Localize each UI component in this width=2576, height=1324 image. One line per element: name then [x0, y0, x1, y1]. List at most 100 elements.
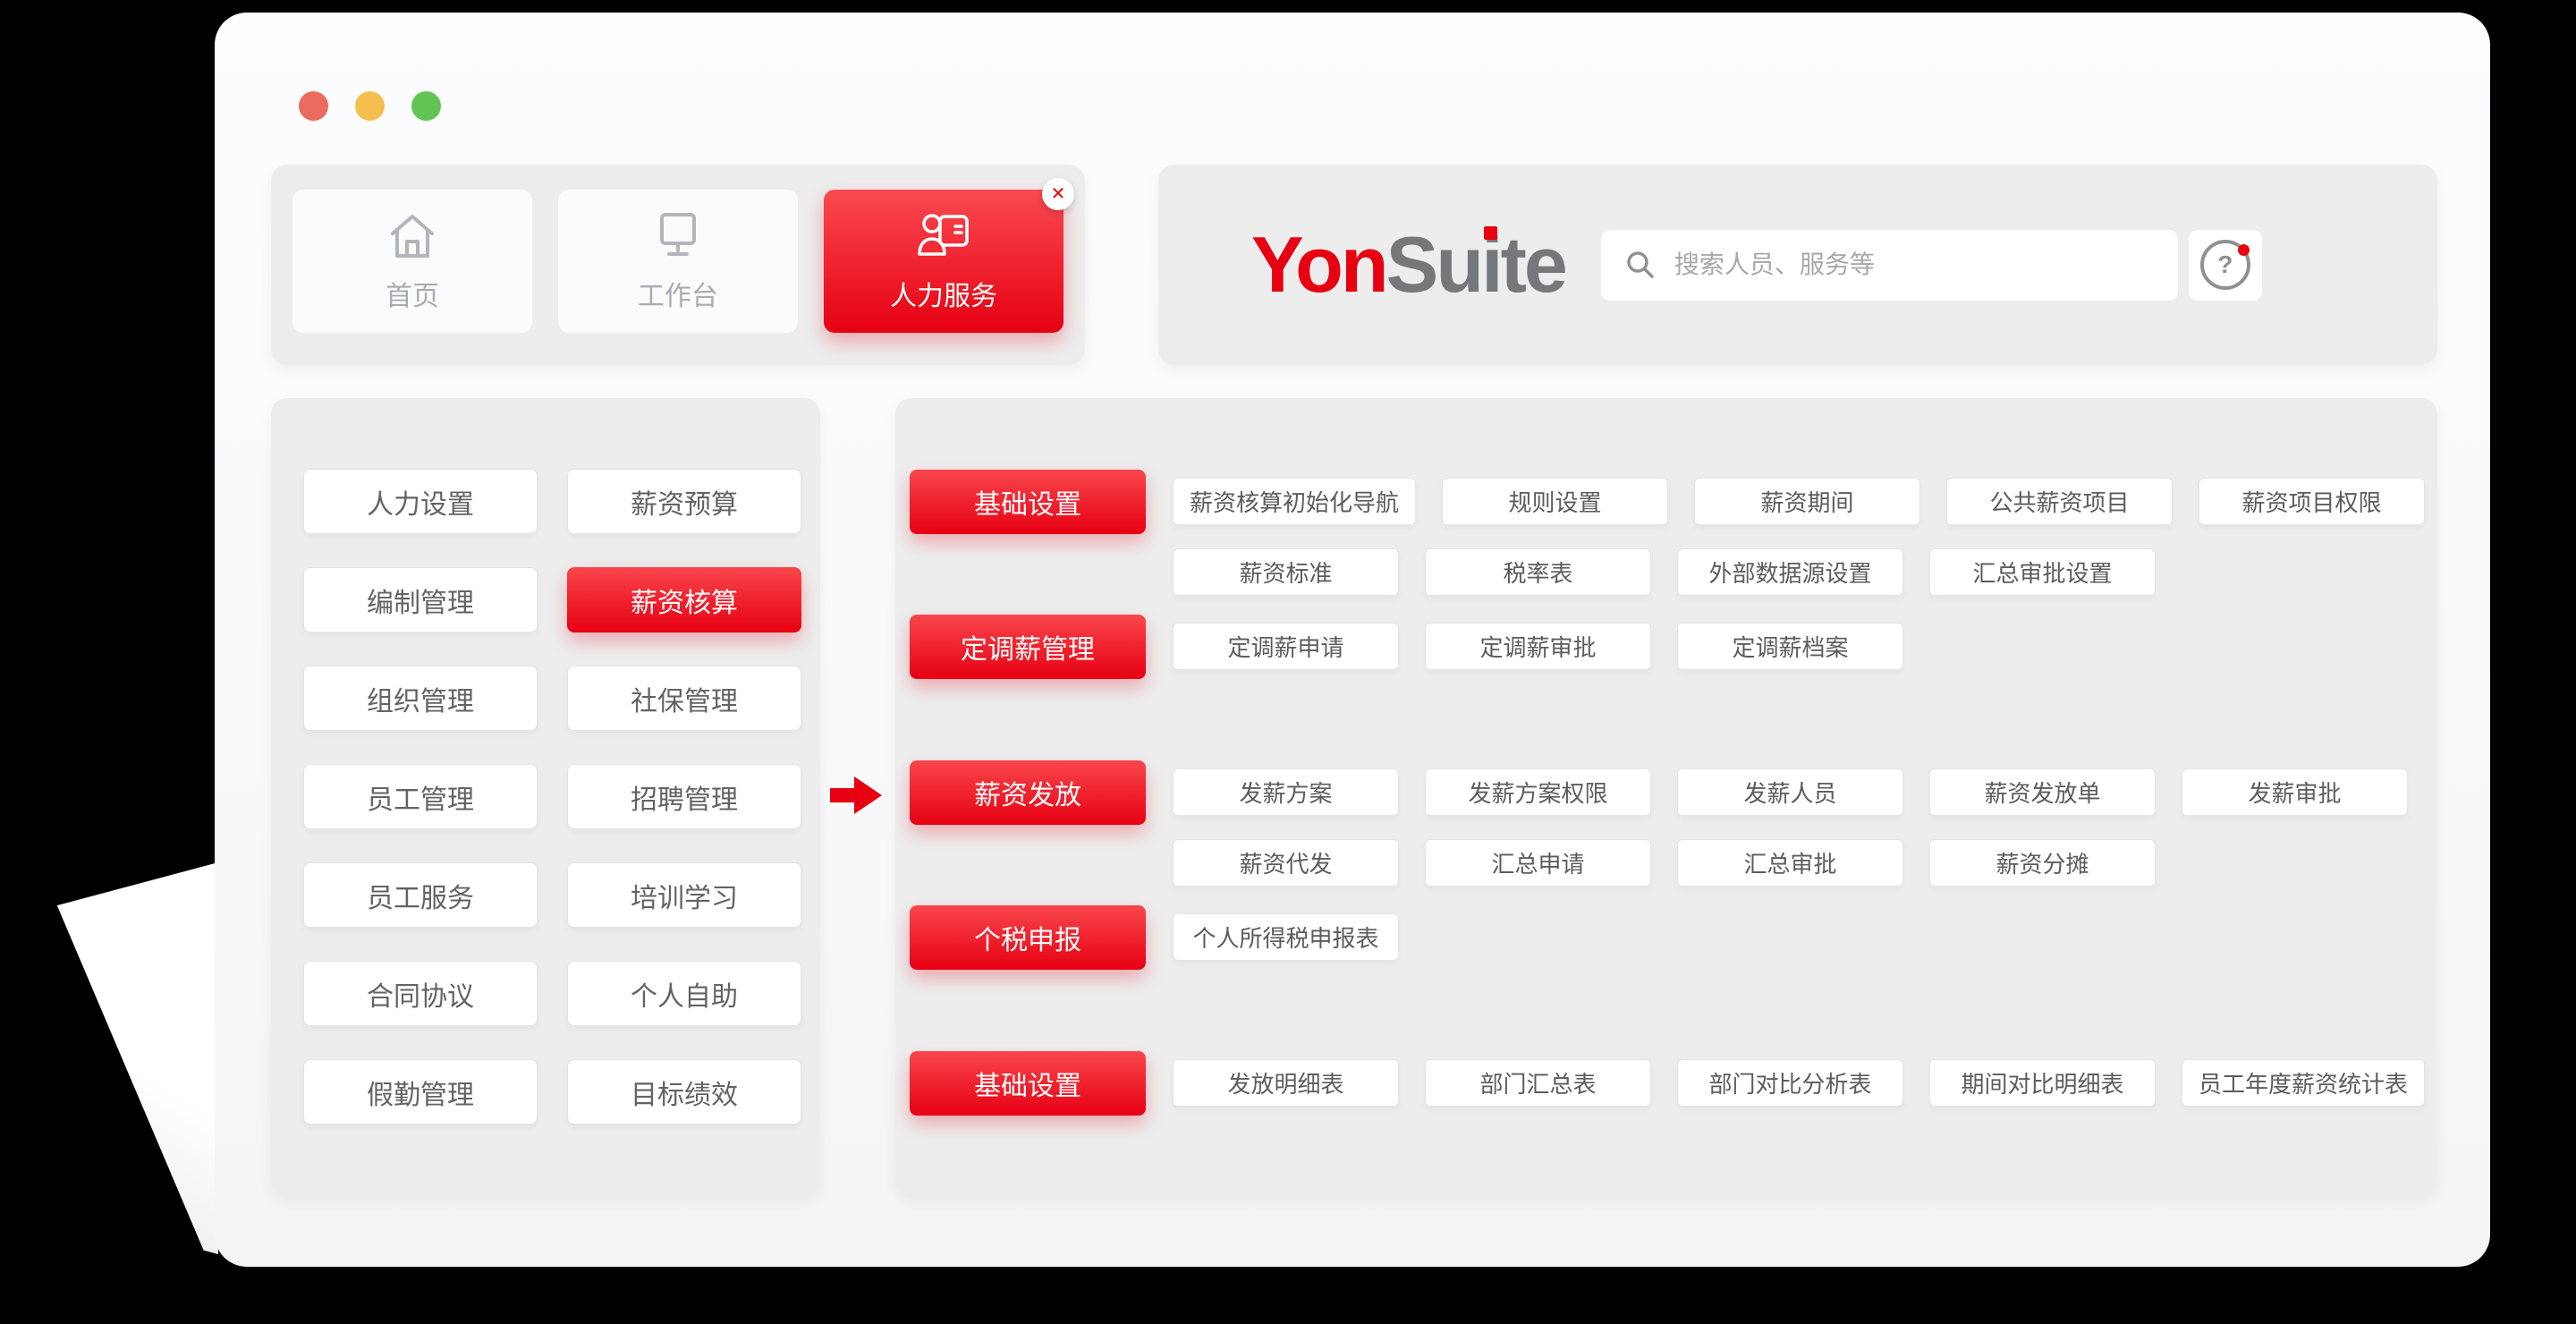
menu-item-label: 定调薪审批 [1479, 630, 1596, 663]
menu-item-button[interactable]: 薪资核算初始化导航 [1173, 478, 1416, 525]
menu-item-rows: 薪资核算初始化导航规则设置 薪资期间 公共薪资项目 薪资项目权限薪资标准 税率表 外部数据… [1173, 470, 2425, 596]
menu-item-button[interactable]: 定调薪审批 [1425, 623, 1651, 670]
menu-section: 基础设置 发放明细表 部门汇总表 部门对比分析表 期间对比明细表 员工年度薪资统计表 [910, 1051, 2437, 1116]
tab-label: 人力服务 [890, 274, 997, 313]
sidebar-module-button[interactable]: 薪资预算 [567, 469, 801, 534]
menu-item-rows: 发薪方案 发薪方案权限 发薪人员薪资发放单发薪审批薪资代发 汇总申请 汇总审批 薪资分摊 [1173, 760, 2408, 887]
menu-content: 基础设置 薪资核算初始化导航规则设置 薪资期间 公共薪资项目 薪资项目权限薪资标准 税率表… [895, 398, 2437, 1196]
menu-item-button[interactable]: 汇总申请 [1425, 839, 1651, 887]
menu-item-button[interactable]: 员工年度薪资统计表 [2182, 1059, 2425, 1107]
menu-item-button[interactable]: 外部数据源设置 [1677, 548, 1903, 596]
menu-section: 个税申报 个人所得税申报表 [910, 905, 2437, 970]
tab-hr-service[interactable]: 人力服务✕ [824, 190, 1063, 333]
sidebar-module-label: 人力设置 [367, 482, 474, 522]
menu-item-button[interactable]: 薪资期间 [1694, 478, 1920, 525]
menu-item-button[interactable]: 规则设置 [1442, 478, 1668, 525]
menu-item-button[interactable]: 定调薪申请 [1173, 623, 1399, 670]
category-button[interactable]: 定调薪管理 [910, 615, 1146, 679]
menu-item-button[interactable]: 薪资分摊 [1929, 839, 2156, 887]
sidebar-module-button[interactable]: 员工服务 [303, 862, 538, 928]
sidebar-module-button[interactable]: 员工管理 [303, 764, 538, 829]
search-input[interactable] [1673, 250, 2169, 280]
menu-item-row: 薪资标准 税率表 外部数据源设置 汇总审批设置 [1173, 548, 2425, 596]
menu-item-button[interactable]: 汇总审批设置 [1929, 548, 2156, 596]
menu-item-button[interactable]: 税率表 [1425, 548, 1651, 596]
sidebar-module-label: 组织管理 [367, 679, 474, 718]
menu-item-button[interactable]: 发薪方案权限 [1425, 768, 1651, 816]
menu-item-label: 个人所得税申报表 [1192, 921, 1378, 954]
flow-arrow-icon [830, 775, 882, 816]
app-window: 首页工作台人力服务✕ YonSuite ? 人力设置薪资预算编制管理薪资核算组织… [215, 13, 2490, 1267]
sidebar-module-button[interactable]: 假勤管理 [303, 1059, 538, 1125]
menu-item-button[interactable]: 薪资项目权限 [2199, 478, 2425, 525]
menu-item-rows: 个人所得税申报表 [1173, 905, 1399, 961]
menu-section: 定调薪管理定调薪申请 定调薪审批 定调薪档案 [910, 615, 2437, 679]
menu-item-label: 汇总申请 [1491, 846, 1584, 879]
category-button[interactable]: 基础设置 [910, 470, 1146, 534]
menu-item-label: 薪资分摊 [1996, 846, 2089, 879]
sidebar-module-button[interactable]: 培训学习 [567, 862, 801, 928]
window-page-fold-shadow [55, 862, 218, 1254]
tab-workbench[interactable]: 工作台 [558, 190, 798, 333]
global-search[interactable] [1601, 230, 2178, 301]
menu-item-row: 发薪方案 发薪方案权限 发薪人员薪资发放单发薪审批 [1173, 768, 2408, 816]
sidebar-module-button[interactable]: 组织管理 [303, 666, 538, 731]
sidebar-module-button[interactable]: 目标绩效 [567, 1059, 801, 1125]
menu-section: 基础设置 薪资核算初始化导航规则设置 薪资期间 公共薪资项目 薪资项目权限薪资标准 税率表… [910, 470, 2437, 596]
category-button[interactable]: 个税申报 [910, 905, 1146, 970]
category-label: 基础设置 [974, 1064, 1081, 1103]
menu-item-button[interactable]: 部门对比分析表 [1677, 1059, 1903, 1107]
menu-item-label: 汇总审批设置 [1972, 556, 2112, 589]
sidebar-module-button[interactable]: 个人自助 [567, 961, 801, 1026]
menu-item-button[interactable]: 个人所得税申报表 [1173, 913, 1399, 961]
menu-item-label: 外部数据源设置 [1708, 556, 1871, 589]
sidebar-module-button[interactable]: 社保管理 [567, 666, 801, 731]
menu-item-label: 发薪方案权限 [1468, 776, 1607, 809]
menu-item-label: 部门对比分析表 [1708, 1066, 1871, 1099]
sidebar-module-label: 合同协议 [367, 974, 474, 1014]
sidebar-module-button[interactable]: 薪资核算 [567, 567, 801, 632]
menu-item-label: 薪资期间 [1761, 485, 1854, 518]
sidebar-module-label: 社保管理 [631, 679, 738, 718]
window-minimize-button[interactable] [355, 91, 385, 121]
window-traffic-lights [299, 91, 441, 121]
sidebar-module-button[interactable]: 招聘管理 [567, 764, 801, 829]
menu-item-button[interactable]: 薪资标准 [1173, 548, 1399, 596]
menu-item-button[interactable]: 发放明细表 [1173, 1059, 1399, 1107]
menu-item-button[interactable]: 薪资发放单 [1929, 768, 2156, 816]
menu-item-label: 部门汇总表 [1479, 1066, 1596, 1099]
menu-item-button[interactable]: 公共薪资项目 [1946, 478, 2173, 525]
sidebar-module-button[interactable]: 编制管理 [303, 567, 538, 632]
app-tab-bar: 首页工作台人力服务✕ [271, 165, 1085, 365]
category-button[interactable]: 基础设置 [910, 1051, 1146, 1116]
menu-item-label: 员工年度薪资统计表 [2199, 1066, 2408, 1099]
tab-label: 工作台 [638, 274, 718, 313]
top-header: YonSuite ? [1158, 165, 2437, 365]
sidebar-module-label: 薪资核算 [631, 581, 738, 620]
menu-item-button[interactable]: 汇总审批 [1677, 839, 1903, 887]
menu-item-button[interactable]: 部门汇总表 [1425, 1059, 1651, 1107]
menu-item-button[interactable]: 发薪方案 [1173, 768, 1399, 816]
menu-item-row: 薪资代发 汇总申请 汇总审批 薪资分摊 [1173, 839, 2408, 887]
menu-item-button[interactable]: 定调薪档案 [1677, 623, 1903, 670]
window-zoom-button[interactable] [411, 91, 441, 121]
sidebar-module-button[interactable]: 合同协议 [303, 961, 538, 1026]
close-icon[interactable]: ✕ [1042, 178, 1074, 210]
menu-item-button[interactable]: 发薪审批 [2182, 768, 2408, 816]
menu-item-label: 薪资代发 [1239, 846, 1332, 879]
menu-item-label: 税率表 [1503, 556, 1572, 589]
tab-label: 首页 [386, 274, 439, 313]
category-button[interactable]: 薪资发放 [910, 760, 1146, 825]
menu-item-button[interactable]: 期间对比明细表 [1929, 1059, 2156, 1107]
menu-item-button[interactable]: 薪资代发 [1173, 839, 1399, 887]
menu-section: 薪资发放发薪方案发薪方案权限发薪人员薪资发放单发薪审批薪资代发汇总申请汇总审批薪… [910, 760, 2437, 887]
category-label: 基础设置 [974, 482, 1081, 522]
window-close-button[interactable] [299, 91, 328, 121]
menu-item-button[interactable]: 发薪人员 [1677, 768, 1903, 816]
help-button[interactable]: ? [2189, 230, 2262, 301]
menu-item-label: 定调薪档案 [1732, 630, 1848, 663]
menu-item-label: 薪资标准 [1239, 556, 1332, 589]
tab-home[interactable]: 首页 [292, 190, 532, 333]
sidebar-module-button[interactable]: 人力设置 [303, 469, 538, 534]
menu-item-label: 薪资项目权限 [2242, 485, 2382, 518]
